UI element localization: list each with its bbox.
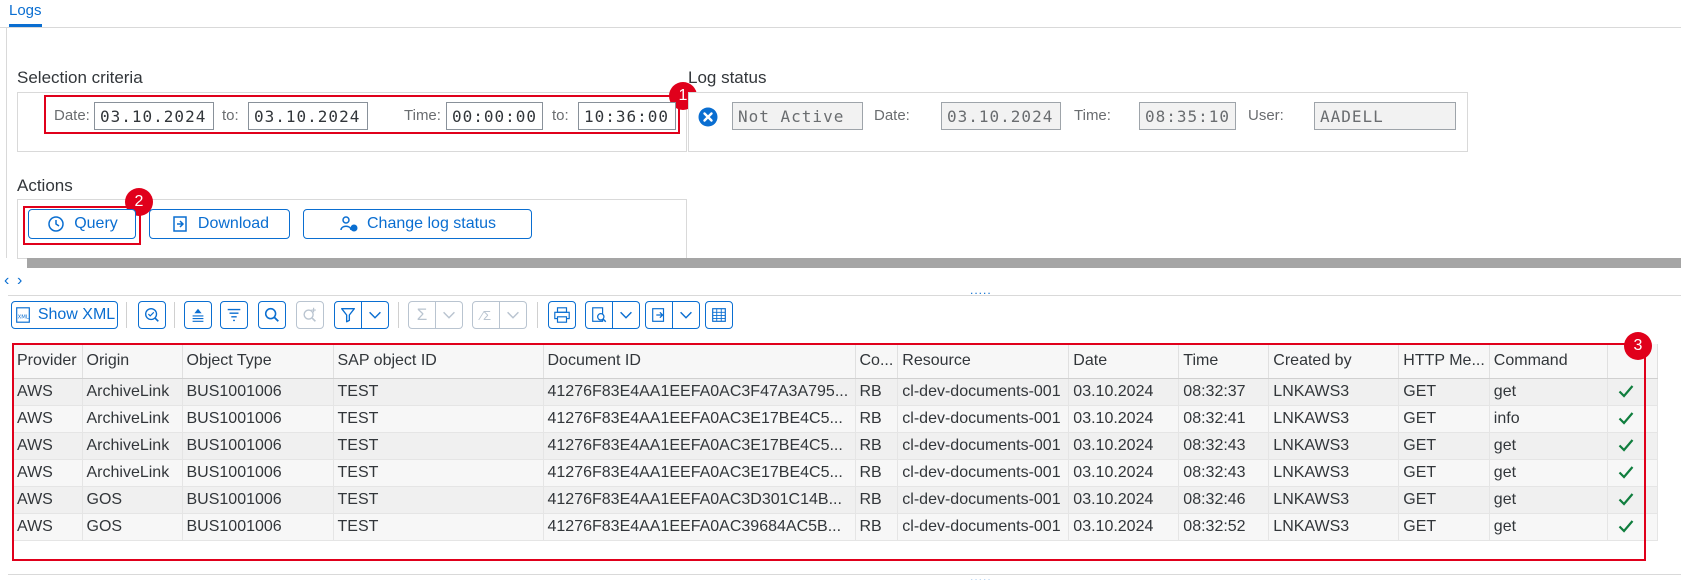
export-button[interactable] (645, 301, 673, 329)
log-user-field: AADELL (1314, 102, 1456, 130)
xml-icon: XML (15, 307, 30, 323)
find-next-button[interactable] (296, 301, 324, 329)
time-to-label: to: (552, 107, 569, 124)
chevron-down-icon (507, 311, 519, 319)
date-from-field[interactable]: 03.10.2024 (94, 102, 214, 130)
download-label: Download (197, 215, 270, 232)
toolbar-separator (537, 302, 538, 328)
layout-button[interactable] (705, 301, 733, 329)
filter-dropdown-button[interactable] (362, 301, 389, 329)
sort-descending-button[interactable] (220, 301, 248, 329)
expand-right-arrow[interactable]: › (17, 272, 22, 290)
subtotal-button[interactable]: ⁄Σ (472, 301, 500, 329)
view-split-button[interactable] (585, 301, 640, 329)
callout-box-3 (12, 343, 1646, 561)
selection-criteria-title: Selection criteria (17, 68, 143, 87)
log-time-label: Time: (1074, 107, 1111, 124)
filter-button[interactable] (334, 301, 362, 329)
sort-ascending-button[interactable] (184, 301, 212, 329)
log-status-field: Not Active (732, 102, 863, 130)
sum-button[interactable]: Σ (408, 301, 436, 329)
date-label: Date: (54, 107, 90, 124)
change-log-status-button[interactable]: Change log status (303, 209, 532, 239)
zoom-details-icon (145, 308, 159, 322)
chevron-down-icon (680, 311, 692, 319)
log-user-label: User: (1248, 107, 1284, 124)
print-preview-icon (592, 307, 607, 323)
log-time-field: 08:35:10 (1139, 102, 1236, 130)
details-button[interactable] (138, 301, 166, 329)
toolbar-separator (398, 302, 399, 328)
splitter-bar[interactable] (27, 258, 1681, 268)
change-status-icon (340, 216, 358, 232)
svg-text:XML: XML (17, 315, 28, 321)
subtotal-split-button[interactable]: ⁄Σ (472, 301, 527, 329)
download-button[interactable]: Download (149, 209, 290, 239)
time-label: Time: (404, 107, 441, 124)
sum-dropdown-button[interactable] (436, 301, 463, 329)
download-icon (173, 216, 187, 232)
toolbar-separator (174, 302, 175, 328)
search-icon (264, 307, 279, 322)
sort-ascending-icon (192, 308, 204, 322)
bottom-grip[interactable]: ..... (970, 570, 992, 580)
time-from-field[interactable]: 00:00:00 (446, 102, 543, 130)
grid-bottom-border (8, 574, 1681, 575)
export-icon (652, 308, 665, 322)
query-button[interactable]: Query (28, 209, 136, 239)
query-icon (48, 216, 64, 232)
export-split-button[interactable] (645, 301, 700, 329)
show-xml-label: Show XML (37, 306, 116, 323)
left-border (6, 28, 7, 258)
subtotal-icon: ⁄Σ (480, 307, 492, 323)
inactive-status-icon (698, 107, 718, 127)
collapse-left-arrow[interactable]: ‹ (4, 272, 9, 290)
sort-descending-icon (227, 308, 241, 322)
print-button[interactable] (548, 301, 576, 329)
date-to-label: to: (222, 107, 239, 124)
chevron-down-icon (369, 311, 381, 319)
show-xml-button[interactable]: XML Show XML (11, 301, 118, 329)
sum-icon: Σ (416, 305, 428, 324)
callout-badge-3: 3 (1624, 332, 1652, 360)
toolbar-top-border (8, 295, 1681, 296)
subtotal-dropdown-button[interactable] (500, 301, 527, 329)
find-button[interactable] (258, 301, 286, 329)
log-date-field: 03.10.2024 (941, 102, 1061, 130)
search-next-icon (303, 307, 316, 322)
filter-split-button[interactable] (334, 301, 389, 329)
print-preview-button[interactable] (585, 301, 613, 329)
tab-logs[interactable]: Logs (9, 2, 42, 27)
log-status-title: Log status (688, 68, 767, 87)
view-dropdown-button[interactable] (613, 301, 640, 329)
print-icon (554, 307, 570, 323)
export-dropdown-button[interactable] (673, 301, 700, 329)
tab-bar (0, 0, 1681, 28)
table-layout-icon (712, 308, 726, 322)
actions-title: Actions (17, 176, 73, 195)
toolbar-separator (126, 302, 127, 328)
change-log-status-label: Change log status (367, 215, 496, 232)
chevron-down-icon (443, 311, 455, 319)
log-date-label: Date: (874, 107, 910, 124)
date-to-field[interactable]: 03.10.2024 (248, 102, 368, 130)
time-to-field[interactable]: 10:36:00 (578, 102, 676, 130)
query-label: Query (74, 215, 118, 232)
chevron-down-icon (620, 311, 632, 319)
sum-split-button[interactable]: Σ (408, 301, 463, 329)
filter-icon (341, 308, 355, 323)
